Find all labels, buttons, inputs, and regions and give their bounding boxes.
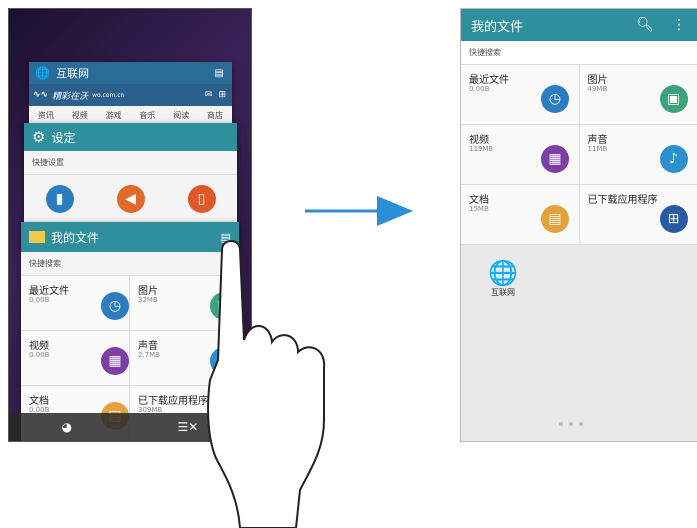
my-files-subhead: 快捷搜索 xyxy=(461,41,697,65)
signal-icon[interactable]: ▮ xyxy=(45,185,74,213)
browser-tab[interactable]: 商店 xyxy=(207,110,223,121)
apps-icon: ⊞ xyxy=(659,205,688,233)
close-all-icon[interactable]: ☰✕ xyxy=(178,420,199,434)
browser-title-bar: 🌐 互联网 ▤ xyxy=(29,62,232,84)
clock-icon: ◷ xyxy=(541,85,569,113)
more-options-icon[interactable]: ⋮ xyxy=(672,17,686,33)
search-icon[interactable]: 🔍︎ xyxy=(636,17,654,33)
arrow-head-icon xyxy=(377,196,413,226)
file-category-item[interactable]: 图片 49MB ▣ xyxy=(579,65,697,125)
category-label: 最近文件 xyxy=(469,75,509,86)
file-category-item[interactable]: 最近文件 0.00B ◷ xyxy=(461,65,580,125)
category-size: 119MB xyxy=(469,145,494,153)
page-dot xyxy=(579,422,583,426)
category-size: 0.00B xyxy=(29,296,50,304)
home-app-browser[interactable]: 🌐 互联网 xyxy=(483,259,523,298)
image-icon: ▣ xyxy=(659,85,688,113)
browser-tab[interactable]: 游戏 xyxy=(106,110,122,121)
category-size: 49MB xyxy=(587,85,608,93)
mail-icon: ✉ xyxy=(204,90,213,100)
category-label: 已下载应用程序 xyxy=(587,195,658,206)
browser-tab[interactable]: 资讯 xyxy=(38,110,54,121)
files-title: 我的文件 xyxy=(51,230,100,245)
clock-icon: ◷ xyxy=(101,292,129,320)
gear-icon: ⚙ xyxy=(32,128,46,146)
category-label: 文档 xyxy=(29,396,49,407)
category-label: 最近文件 xyxy=(29,286,69,297)
category-size: 0.00B xyxy=(469,85,490,93)
category-size: 2.7MB xyxy=(138,351,160,359)
category-label: 已下载应用程序 xyxy=(138,396,208,407)
file-category-item[interactable]: 声音 11MB ♪ xyxy=(579,125,697,185)
browser-tab[interactable]: 音乐 xyxy=(139,110,155,121)
volume-icon[interactable]: ◀ xyxy=(116,185,145,213)
banner-text: 精彩在沃 xyxy=(52,91,89,102)
banner-sub: wo.com.cn xyxy=(92,91,125,99)
category-label: 声音 xyxy=(587,135,608,146)
grid-icon: ⊞ xyxy=(218,90,226,100)
category-label: 图片 xyxy=(138,286,158,297)
my-files-window: 我的文件 🔍︎ ⋮ 快捷搜索 最近文件 0.00B ◷ 图片 49MB ▣ 视频 119MB ▦… xyxy=(461,9,697,245)
home-app-label: 互联网 xyxy=(491,288,515,297)
video-icon: ▦ xyxy=(541,145,569,173)
right-phone-screen: 我的文件 🔍︎ ⋮ 快捷搜索 最近文件 0.00B ◷ 图片 49MB ▣ 视频 119MB ▦… xyxy=(460,8,697,442)
window-icon: ▤ xyxy=(214,67,224,79)
page-dot xyxy=(559,422,563,426)
wo-logo-icon: ∿∿ xyxy=(33,90,49,100)
settings-title: 设定 xyxy=(51,130,76,145)
browser-tab[interactable]: 视频 xyxy=(72,110,88,121)
file-category-item[interactable]: 视频 119MB ▦ xyxy=(461,125,580,185)
browser-tab[interactable]: 阅读 xyxy=(173,110,189,121)
browser-title: 互联网 xyxy=(55,67,89,80)
settings-subhead: 快捷设置 xyxy=(24,151,237,175)
my-files-grid: 最近文件 0.00B ◷ 图片 49MB ▣ 视频 119MB ▦ 声音 11MB ♪ 文档 15MB ▤ 已… xyxy=(461,65,697,245)
document-icon: ▤ xyxy=(541,205,569,233)
folder-icon xyxy=(29,231,45,243)
file-category-item[interactable]: 文档 15MB ▤ xyxy=(461,185,580,245)
video-icon: ▦ xyxy=(101,347,129,375)
page-dot xyxy=(569,422,573,426)
category-size: 32MB xyxy=(138,296,158,304)
hand-icon xyxy=(207,240,326,528)
file-category-item[interactable]: 已下载应用程序 ⊞ xyxy=(579,185,697,245)
hand-gesture-illustration xyxy=(207,240,326,528)
category-label: 视频 xyxy=(469,135,489,146)
file-category-item[interactable]: 最近文件 0.00B ◷ xyxy=(21,276,130,331)
transition-arrow xyxy=(305,196,413,226)
browser-tabs: 资讯 视频 游戏 音乐 阅读 商店 xyxy=(29,106,232,121)
pie-chart-icon[interactable]: ◕ xyxy=(62,420,72,434)
category-label: 声音 xyxy=(138,341,158,352)
my-files-title-bar: 我的文件 🔍︎ ⋮ xyxy=(461,9,697,41)
browser-banner: ∿∿ 精彩在沃 wo.com.cn ✉ ⊞ xyxy=(29,84,232,106)
category-label: 图片 xyxy=(587,75,608,86)
globe-icon: 🌐 xyxy=(35,66,50,80)
page-indicator xyxy=(556,411,586,430)
music-icon: ♪ xyxy=(659,145,688,173)
quick-settings-row: ▮ ◀ ▯ xyxy=(24,175,237,213)
file-category-item[interactable]: 视频 0.00B ▦ xyxy=(21,331,130,386)
device-icon[interactable]: ▯ xyxy=(187,185,216,213)
my-files-title: 我的文件 xyxy=(471,19,524,35)
category-size: 15MB xyxy=(469,205,489,213)
settings-title-bar: ⚙ 设定 xyxy=(24,123,237,151)
category-size: 11MB xyxy=(587,145,608,153)
category-label: 视频 xyxy=(29,341,49,352)
globe-icon: 🌐 xyxy=(488,259,518,287)
category-size: 0.00B xyxy=(29,351,50,359)
category-label: 文档 xyxy=(469,195,489,206)
